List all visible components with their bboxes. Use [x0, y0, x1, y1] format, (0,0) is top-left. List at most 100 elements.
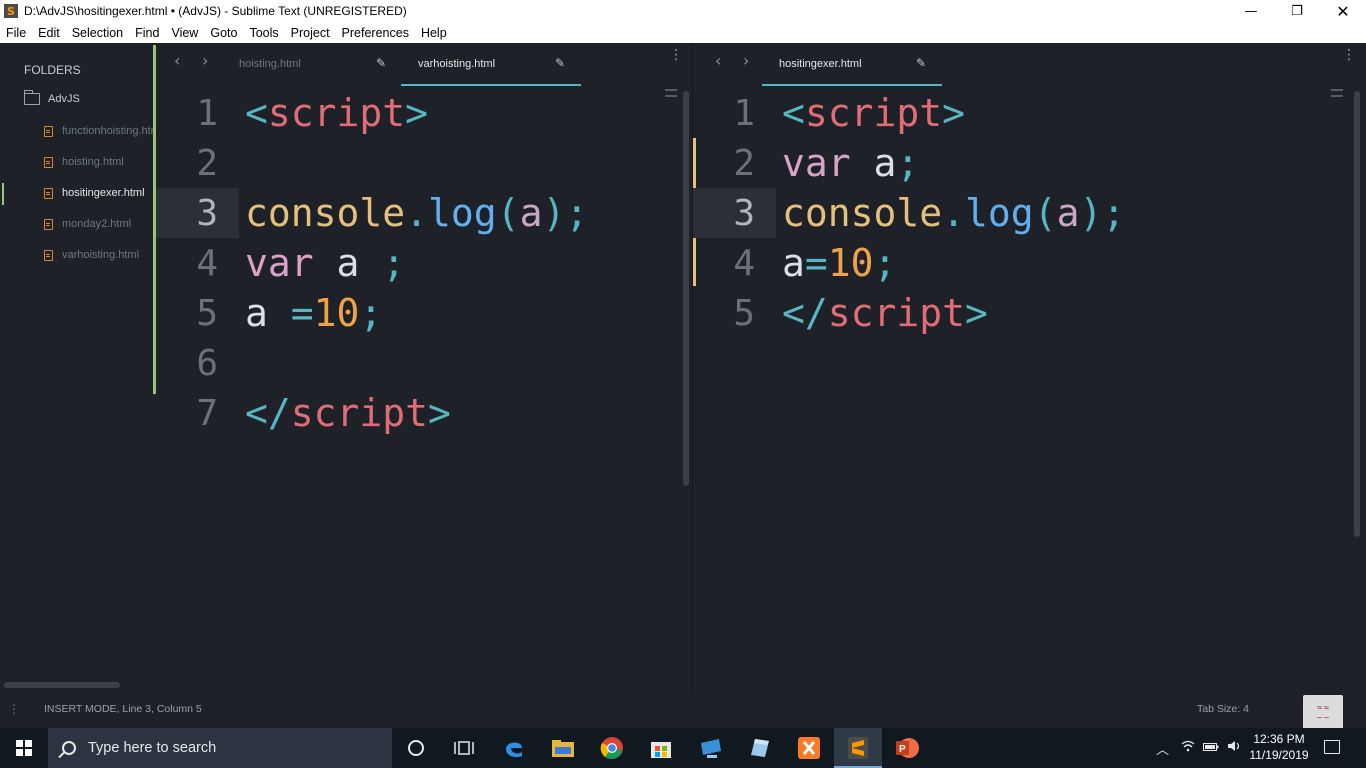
- code-token: a: [873, 141, 897, 185]
- line-number: 2: [196, 142, 218, 184]
- volume-icon[interactable]: [1227, 740, 1241, 756]
- code-text: </script>: [782, 291, 988, 335]
- more-options-icon[interactable]: ⋮: [669, 48, 683, 62]
- notes-app-icon[interactable]: [746, 734, 774, 762]
- chevron-left-icon[interactable]: ‹: [174, 51, 180, 70]
- tab-label: hoisting.html: [239, 58, 301, 70]
- code-line[interactable]: 2 var a;: [693, 138, 1366, 188]
- code-text: console.log(a);: [782, 191, 1125, 235]
- sidebar-file-functionhoisting[interactable]: functionhoisting.html: [44, 125, 156, 137]
- menu-selection[interactable]: Selection: [72, 26, 123, 40]
- code-line[interactable]: 5a =10;: [156, 288, 692, 338]
- code-line[interactable]: 3 console.log(a);: [156, 188, 692, 238]
- edge-icon[interactable]: [500, 734, 528, 762]
- menu-find[interactable]: Find: [135, 26, 159, 40]
- code-token: >: [965, 291, 988, 335]
- cortana-icon[interactable]: [402, 734, 430, 762]
- pencil-icon[interactable]: ✎: [916, 56, 926, 70]
- line-number: 4: [733, 242, 755, 284]
- line-number: 3: [196, 192, 218, 234]
- code-line[interactable]: 7 </script>: [156, 388, 692, 438]
- taskbar-clock[interactable]: 12:36 PM 11/19/2019: [1248, 731, 1310, 763]
- chevron-right-icon[interactable]: ›: [202, 51, 208, 70]
- action-center-icon[interactable]: [1324, 740, 1340, 754]
- vertical-scrollbar-left[interactable]: [683, 91, 689, 486]
- panel-toggle-icon[interactable]: ⋮: [8, 702, 20, 716]
- store-icon[interactable]: [647, 734, 675, 762]
- sidebar-file-varhoisting[interactable]: varhoisting.html: [44, 249, 156, 261]
- code-text: var a;: [782, 141, 919, 185]
- folders-header: FOLDERS: [24, 63, 81, 77]
- taskbar-search[interactable]: [48, 728, 392, 768]
- pencil-icon[interactable]: ✎: [376, 56, 386, 70]
- menu-project[interactable]: Project: [291, 26, 330, 40]
- menu-help[interactable]: Help: [421, 26, 447, 40]
- sidebar-file-monday2[interactable]: monday2.html: [44, 218, 156, 230]
- tab-hoisting[interactable]: hoisting.html ✎: [232, 55, 394, 87]
- file-explorer-icon[interactable]: [549, 734, 577, 762]
- start-button[interactable]: [0, 728, 48, 768]
- code-token: =: [290, 291, 314, 335]
- html-file-icon: [44, 156, 53, 168]
- maximize-button[interactable]: ❐: [1274, 0, 1320, 22]
- code-text: a=10;: [782, 241, 896, 285]
- code-text: a =10;: [245, 291, 382, 335]
- xampp-icon[interactable]: [795, 734, 823, 762]
- html-file-icon: [44, 218, 53, 230]
- code-line[interactable]: 2: [156, 138, 692, 188]
- code-line[interactable]: 4 a=10;: [693, 238, 1366, 288]
- network-app-icon[interactable]: [697, 734, 725, 762]
- menu-edit[interactable]: Edit: [38, 26, 60, 40]
- system-tray: ︿: [1156, 728, 1241, 768]
- task-view-icon[interactable]: [450, 734, 478, 762]
- battery-icon[interactable]: [1203, 741, 1219, 756]
- window-title: D:\AdvJS\hositingexer.html • (AdvJS) - S…: [24, 4, 407, 18]
- code-line[interactable]: 1 <script>: [156, 88, 692, 138]
- sidebar-folder-advjs[interactable]: AdvJS: [23, 90, 80, 105]
- sublime-text-icon[interactable]: [844, 734, 872, 762]
- code-line[interactable]: 1 <script>: [693, 88, 1366, 138]
- code-token: script: [267, 91, 406, 135]
- line-number: 1: [733, 92, 755, 134]
- tab-size-indicator[interactable]: Tab Size: 4: [1197, 703, 1249, 715]
- line-number: 5: [733, 292, 755, 334]
- status-mode: INSERT MODE, Line 3, Column 5: [44, 703, 202, 715]
- channel-watermark-logo: ≈≈ ~~: [1303, 695, 1343, 731]
- chevron-right-icon[interactable]: ›: [743, 51, 749, 70]
- vertical-scrollbar-right[interactable]: [1354, 91, 1360, 537]
- code-token: >: [428, 391, 451, 435]
- folder-icon: [23, 90, 40, 105]
- title-bar: S D:\AdvJS\hositingexer.html • (AdvJS) -…: [0, 0, 1366, 22]
- close-button[interactable]: ✕: [1320, 0, 1366, 22]
- code-token: .: [942, 191, 966, 235]
- search-input[interactable]: [88, 740, 368, 756]
- more-options-icon[interactable]: ⋮: [1342, 48, 1356, 62]
- menu-view[interactable]: View: [171, 26, 198, 40]
- menu-tools[interactable]: Tools: [249, 26, 278, 40]
- code-line[interactable]: 4 var a ;: [156, 238, 692, 288]
- chevron-left-icon[interactable]: ‹: [715, 51, 721, 70]
- sidebar-file-hoisting[interactable]: hoisting.html: [44, 156, 156, 168]
- sidebar-horizontal-scrollbar[interactable]: [4, 682, 120, 688]
- editor-pane-right: ‹ › hositingexer.html ✎ ⋮ 1 <script> 2 var …: [693, 43, 1366, 692]
- code-token: =: [804, 241, 828, 285]
- chrome-icon[interactable]: [598, 734, 626, 762]
- menu-goto[interactable]: Goto: [210, 26, 237, 40]
- menu-file[interactable]: File: [6, 26, 26, 40]
- code-token: (: [1033, 191, 1057, 235]
- code-token: </: [782, 291, 828, 335]
- menu-preferences[interactable]: Preferences: [342, 26, 409, 40]
- clock-time: 12:36 PM: [1253, 732, 1305, 746]
- minimize-button[interactable]: —: [1228, 0, 1274, 22]
- sidebar-file-hositingexer[interactable]: hositingexer.html: [44, 187, 156, 199]
- code-line[interactable]: 5 </script>: [693, 288, 1366, 338]
- tab-varhoisting[interactable]: varhoisting.html ✎: [401, 55, 581, 87]
- file-label: functionhoisting.html: [62, 125, 156, 137]
- powerpoint-icon[interactable]: P: [893, 734, 921, 762]
- pencil-icon[interactable]: ✎: [555, 56, 565, 70]
- code-line[interactable]: 6: [156, 338, 692, 388]
- wifi-icon[interactable]: [1181, 740, 1195, 756]
- tab-hositingexer[interactable]: hositingexer.html ✎: [762, 55, 942, 87]
- code-line[interactable]: 3 console.log(a);: [693, 188, 1366, 238]
- show-hidden-icons-icon[interactable]: ︿: [1156, 739, 1169, 758]
